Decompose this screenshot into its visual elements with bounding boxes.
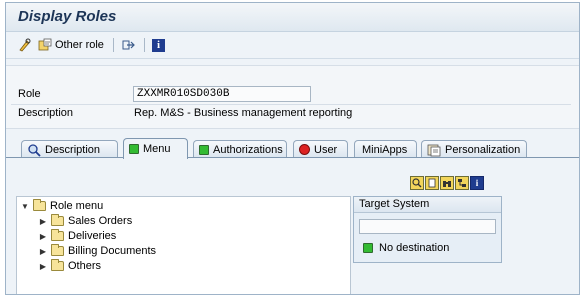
folder-icon — [51, 229, 64, 241]
tab-authorizations-label: Authorizations — [213, 143, 283, 156]
collapsed-arrow-icon[interactable]: ▶ — [39, 232, 47, 241]
menu-toolbar: i — [410, 176, 484, 190]
folder-icon — [51, 259, 64, 271]
tab-description[interactable]: Description — [21, 140, 118, 158]
zoom-icon — [412, 178, 422, 188]
document-icon — [428, 178, 436, 188]
other-role-icon — [38, 38, 52, 51]
tabstrip: Description Menu Authorizations User Min… — [6, 138, 579, 159]
target-system-title: Target System — [354, 197, 501, 213]
magnifier-icon — [28, 143, 41, 157]
binoculars-icon — [443, 181, 451, 187]
tab-miniapps-label: MiniApps — [362, 143, 408, 156]
collapsed-arrow-icon[interactable]: ▶ — [39, 247, 47, 256]
description-label: Description — [18, 107, 74, 119]
tab-user[interactable]: User — [293, 140, 348, 158]
tree-item-label: Sales Orders — [68, 215, 133, 227]
tab-personalization[interactable]: Personalization — [421, 140, 527, 158]
tab-menu-label: Menu — [143, 143, 171, 155]
collapsed-arrow-icon[interactable]: ▶ — [39, 262, 47, 271]
tab-authorizations[interactable]: Authorizations — [193, 140, 287, 158]
other-role-button[interactable]: Other role — [38, 37, 104, 53]
role-header-panel: Role ZXXMR010SD030B Description Rep. M&S… — [6, 65, 579, 129]
green-led-icon — [363, 243, 373, 253]
zoom-button[interactable] — [410, 176, 424, 190]
folder-icon — [51, 244, 64, 256]
pen-glasses-icon — [19, 38, 31, 52]
target-system-status: No destination — [363, 242, 449, 254]
tree-root-label: Role menu — [50, 200, 104, 212]
tab-personalization-label: Personalization — [445, 143, 521, 156]
tree-item[interactable]: ▶ Others — [39, 259, 101, 273]
menu-info-button[interactable]: i — [470, 176, 484, 190]
green-led-icon — [129, 144, 139, 154]
tab-description-label: Description — [45, 143, 101, 156]
role-label: Role — [18, 88, 41, 100]
tree-item-label: Billing Documents — [68, 245, 157, 257]
binoculars-button[interactable] — [440, 176, 454, 190]
info-icon: i — [475, 178, 479, 188]
document-button[interactable] — [425, 176, 439, 190]
target-system-panel: Target System No destination — [353, 196, 502, 263]
tab-menu[interactable]: Menu — [123, 138, 188, 159]
folder-icon — [51, 214, 64, 226]
info-icon: i — [152, 38, 165, 52]
folder-icon — [33, 199, 46, 211]
tree-item[interactable]: ▶ Billing Documents — [39, 244, 156, 258]
sap-window: Display Roles Other role i Role ZXXMR010… — [5, 2, 580, 295]
description-value: Rep. M&S - Business management reporting — [134, 107, 353, 119]
tree-root[interactable]: ▼ Role menu — [21, 199, 103, 213]
jump-button[interactable] — [122, 37, 136, 53]
tree-item-label: Others — [68, 260, 102, 272]
menu-tab-content: i ▼ Role menu ▶ Sales Orders ▶ Deliverie… — [6, 157, 579, 294]
expanded-arrow-icon[interactable]: ▼ — [21, 202, 29, 211]
tab-miniapps[interactable]: MiniApps — [354, 140, 417, 158]
tree-item[interactable]: ▶ Sales Orders — [39, 214, 132, 228]
window-title: Display Roles — [18, 8, 117, 25]
collapsed-arrow-icon[interactable]: ▶ — [39, 217, 47, 226]
red-led-icon — [299, 144, 310, 155]
personalization-icon — [427, 144, 441, 156]
tree-item-label: Deliveries — [68, 230, 117, 242]
display-change-button[interactable] — [18, 37, 32, 53]
tree-node-button[interactable] — [455, 176, 469, 190]
tree-node-icon — [458, 179, 466, 187]
tab-user-label: User — [314, 143, 338, 156]
other-role-label: Other role — [55, 39, 104, 51]
title-bar: Display Roles — [6, 3, 579, 32]
jump-arrow-icon — [122, 40, 135, 50]
role-menu-tree: ▼ Role menu ▶ Sales Orders ▶ Deliveries … — [16, 196, 351, 294]
green-led-icon — [199, 144, 209, 155]
toolbar-separator — [113, 38, 114, 52]
role-field[interactable]: ZXXMR010SD030B — [133, 86, 311, 102]
toolbar-separator — [144, 38, 145, 52]
target-system-input[interactable] — [359, 219, 496, 234]
target-system-status-text: No destination — [379, 242, 450, 254]
tree-item[interactable]: ▶ Deliveries — [39, 229, 116, 243]
application-toolbar: Other role i — [6, 32, 579, 59]
info-button[interactable]: i — [152, 37, 165, 53]
field-divider — [11, 104, 571, 105]
